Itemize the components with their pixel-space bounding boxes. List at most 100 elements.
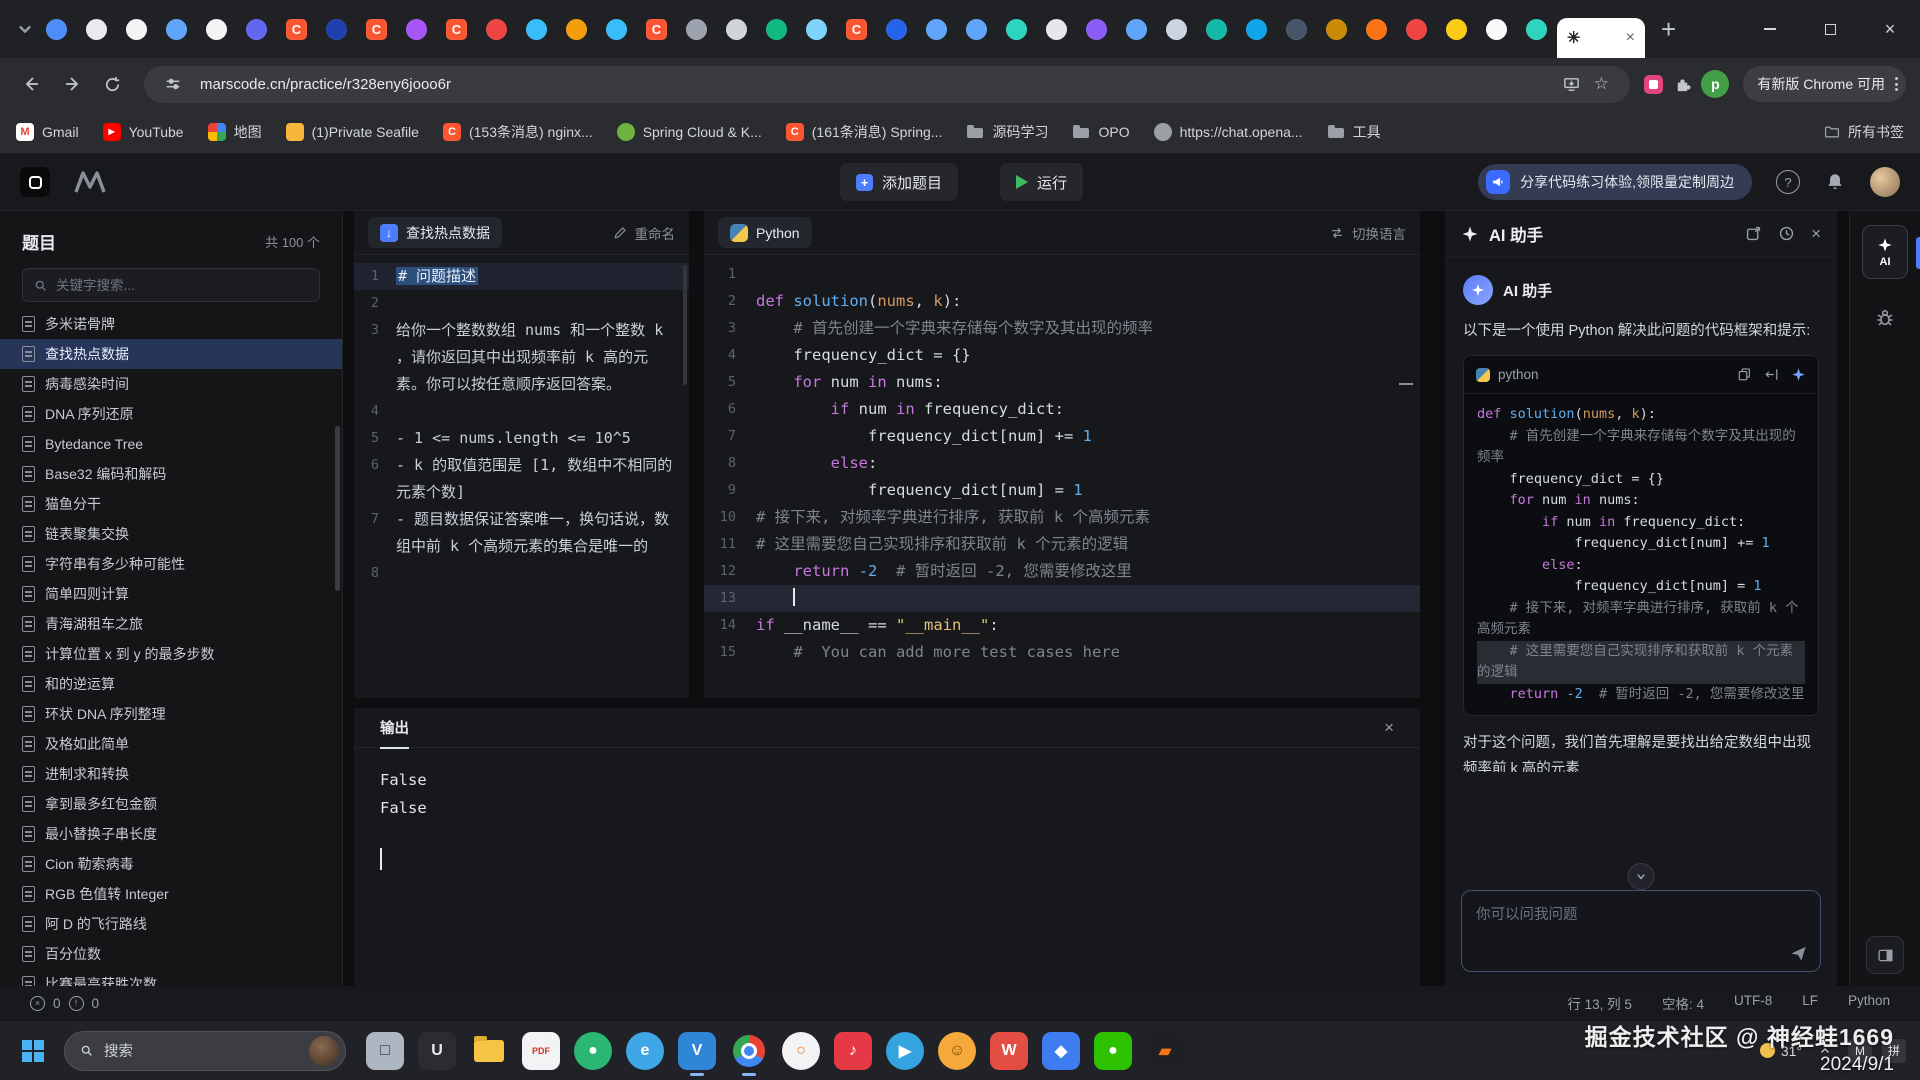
extension-pink-icon[interactable] — [1644, 75, 1663, 94]
problem-list-item[interactable]: 和的逆运算 — [0, 669, 342, 699]
tray-icon[interactable]: 拼 — [1882, 1039, 1906, 1063]
sidebar-scrollbar[interactable] — [335, 426, 340, 591]
taskbar-search[interactable]: 搜索 — [64, 1031, 346, 1071]
tab-favicon[interactable]: C — [366, 19, 387, 40]
tab-favicon[interactable] — [1206, 19, 1227, 40]
reload-icon[interactable] — [94, 66, 130, 102]
tab-favicon[interactable] — [806, 19, 827, 40]
tab-favicon[interactable] — [1366, 19, 1387, 40]
minimize-button[interactable] — [1740, 0, 1800, 58]
music-app-icon[interactable]: ♪ — [834, 1032, 872, 1070]
search-input[interactable] — [56, 278, 309, 293]
problem-list-item[interactable]: 猫鱼分干 — [0, 489, 342, 519]
vscode-icon[interactable]: V — [678, 1032, 716, 1070]
app-u-icon[interactable]: U — [418, 1032, 456, 1070]
description-scrollbar[interactable] — [683, 265, 687, 385]
history-icon[interactable] — [1778, 225, 1795, 242]
tab-favicon[interactable] — [1046, 19, 1067, 40]
tab-favicon[interactable]: C — [846, 19, 867, 40]
ai-assistant-tool-button[interactable]: AI — [1862, 225, 1908, 279]
tab-favicon[interactable] — [966, 19, 987, 40]
close-button[interactable]: × — [1860, 0, 1920, 58]
tab-favicon[interactable] — [1406, 19, 1427, 40]
tab-favicon[interactable] — [606, 19, 627, 40]
green-notes-app-icon[interactable]: ● — [574, 1032, 612, 1070]
maximize-button[interactable] — [1800, 0, 1860, 58]
problem-list-item[interactable]: 青海湖租车之旅 — [0, 609, 342, 639]
tab-favicon[interactable]: C — [286, 19, 307, 40]
editor-scrollbar[interactable] — [1399, 383, 1413, 385]
bell-icon[interactable] — [1824, 171, 1846, 193]
tab-favicon[interactable] — [766, 19, 787, 40]
tab-favicon[interactable] — [1286, 19, 1307, 40]
window-app-icon[interactable]: □ — [366, 1032, 404, 1070]
promo-banner[interactable]: 分享代码练习体验,领限量定制周边 — [1478, 164, 1752, 200]
rename-button[interactable]: 重命名 — [613, 223, 676, 243]
problem-list-item[interactable]: 字符串有多少种可能性 — [0, 549, 342, 579]
tab-favicon[interactable] — [1086, 19, 1107, 40]
problem-list-item[interactable]: 链表聚集交换 — [0, 519, 342, 549]
bookmark-item[interactable]: OPO — [1072, 123, 1129, 141]
tab-close-icon[interactable]: × — [1626, 29, 1635, 47]
debug-tool-button[interactable] — [1865, 297, 1905, 337]
problem-list-item[interactable]: 及格如此简单 — [0, 729, 342, 759]
description-body[interactable]: 1# 问题描述2 3给你一个整数数组 nums 和一个整数 k ，请你返回其中出… — [354, 255, 689, 698]
bookmark-item[interactable]: C(161条消息) Spring... — [786, 122, 943, 142]
problem-list-item[interactable]: 病毒感染时间 — [0, 369, 342, 399]
tab-favicon[interactable] — [406, 19, 427, 40]
problem-list-item[interactable]: 简单四则计算 — [0, 579, 342, 609]
tray-chevron-icon[interactable] — [1818, 1044, 1832, 1058]
tab-favicon[interactable] — [686, 19, 707, 40]
wps-icon[interactable]: W — [990, 1032, 1028, 1070]
tab-favicon[interactable] — [166, 19, 187, 40]
tab-favicon[interactable] — [1126, 19, 1147, 40]
bookmark-item[interactable]: 工具 — [1327, 122, 1381, 142]
problem-tab[interactable]: ↓ 查找热点数据 — [368, 217, 502, 248]
problem-list-item[interactable]: 环状 DNA 序列整理 — [0, 699, 342, 729]
white-app-icon[interactable]: ○ — [782, 1032, 820, 1070]
tab-favicon[interactable] — [1486, 19, 1507, 40]
active-tab[interactable]: ✳ × — [1557, 18, 1645, 58]
extensions-puzzle-icon[interactable] — [1667, 69, 1697, 99]
output-tab[interactable]: 输出 — [380, 717, 409, 738]
more-menu-icon[interactable] — [1895, 77, 1898, 91]
insert-code-icon[interactable] — [1764, 367, 1779, 382]
chrome-update-button[interactable]: 有新版 Chrome 可用 — [1743, 66, 1906, 102]
problem-list-item[interactable]: RGB 色值转 Integer — [0, 879, 342, 909]
switch-language-button[interactable]: 切换语言 — [1329, 223, 1406, 243]
tab-favicon[interactable]: C — [446, 19, 467, 40]
jetbrains-toolbox-icon[interactable]: ▰ — [1146, 1032, 1184, 1070]
address-bar[interactable]: marscode.cn/practice/r328eny6jooo6r ☆ — [144, 66, 1630, 103]
weather-widget[interactable]: 31° — [1760, 1043, 1802, 1059]
app-logo-icon[interactable] — [20, 167, 50, 197]
bookmark-item[interactable]: MGmail — [16, 123, 79, 141]
code-editor-body[interactable]: 12def solution(nums, k):3 # 首先创建一个字典来存储每… — [704, 255, 1420, 698]
problem-list-item[interactable]: Bytedance Tree — [0, 429, 342, 459]
new-tab-button[interactable]: + — [1661, 16, 1676, 42]
problem-list-item[interactable]: 拿到最多红包金额 — [0, 789, 342, 819]
tab-favicon[interactable] — [886, 19, 907, 40]
tab-favicon[interactable] — [486, 19, 507, 40]
tab-favicon[interactable] — [1006, 19, 1027, 40]
search-highlight-image[interactable] — [309, 1036, 339, 1066]
ai-code-block[interactable]: def solution(nums, k): # 首先创建一个字典来存储每个数字… — [1464, 394, 1818, 715]
start-button[interactable] — [22, 1040, 44, 1062]
ai-magic-icon[interactable] — [1791, 367, 1806, 382]
scroll-to-bottom-button[interactable] — [1628, 863, 1655, 890]
problem-list-item[interactable]: 百分位数 — [0, 939, 342, 969]
problem-list-item[interactable]: 阿 D 的飞行路线 — [0, 909, 342, 939]
wechat-icon[interactable]: ● — [1094, 1032, 1132, 1070]
tab-favicon[interactable] — [1326, 19, 1347, 40]
url-text[interactable]: marscode.cn/practice/r328eny6jooo6r — [200, 76, 1556, 93]
tab-favicon[interactable] — [1246, 19, 1267, 40]
bookmark-item[interactable]: C(153条消息) nginx... — [443, 122, 593, 142]
tab-favicon[interactable] — [1446, 19, 1467, 40]
tray-icon[interactable]: M — [1848, 1039, 1872, 1063]
tab-favicon[interactable] — [726, 19, 747, 40]
forward-icon[interactable] — [54, 66, 90, 102]
problem-list-item[interactable]: 最小替换子串长度 — [0, 819, 342, 849]
language-tab[interactable]: Python — [718, 217, 812, 248]
chrome-icon[interactable] — [730, 1032, 768, 1070]
blue-app-icon[interactable]: ◆ — [1042, 1032, 1080, 1070]
all-bookmarks-button[interactable]: 所有书签 — [1824, 122, 1904, 142]
